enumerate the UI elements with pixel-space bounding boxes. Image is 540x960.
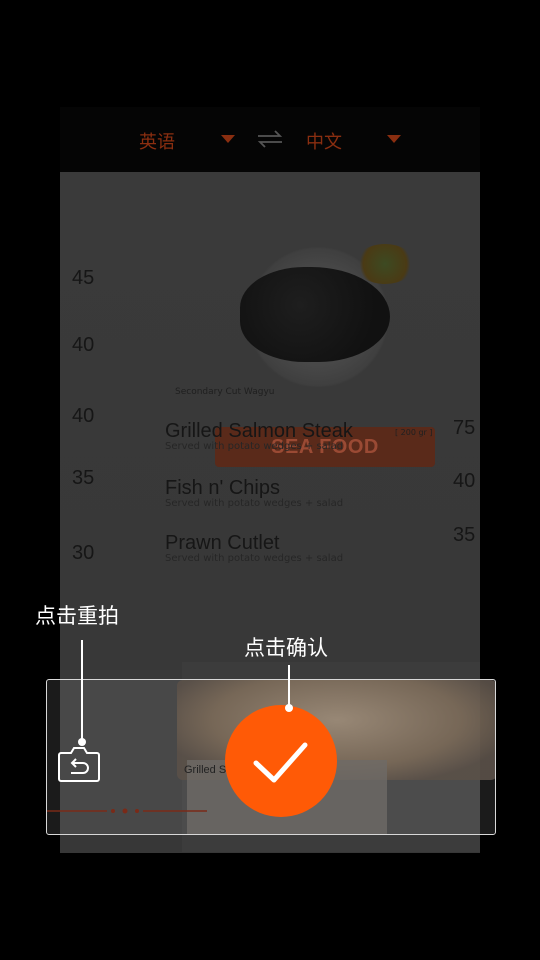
decorative-divider bbox=[47, 808, 207, 814]
retake-tip-dot bbox=[78, 738, 86, 746]
checkmark-icon bbox=[253, 742, 308, 783]
price-left-4: 35 bbox=[72, 467, 95, 489]
steak-image bbox=[240, 267, 390, 362]
dish-name: Fish n' Chips bbox=[165, 477, 280, 499]
dish-item: Fish n' Chips Served with potato wedges … bbox=[165, 477, 343, 509]
source-language-select[interactable]: 英语 bbox=[139, 128, 175, 154]
confirm-tip-label: 点击确认 bbox=[244, 636, 328, 660]
language-bar: 英语 中文 bbox=[60, 107, 480, 172]
dish-name: Prawn Cutlet bbox=[165, 532, 280, 554]
confirm-tip-dot bbox=[285, 704, 293, 712]
dish-desc: Served with potato wedges + salad bbox=[165, 553, 344, 564]
target-dropdown-icon[interactable] bbox=[387, 135, 401, 143]
retake-camera-icon[interactable] bbox=[57, 743, 101, 783]
menu-item-label: Grilled S bbox=[184, 764, 227, 776]
dish-size: [ 200 gr ] bbox=[395, 428, 433, 437]
target-language-select[interactable]: 中文 bbox=[306, 128, 342, 154]
price-right-3: 35 bbox=[453, 524, 476, 546]
price-left-2: 40 bbox=[72, 334, 95, 356]
dish-item: Grilled Salmon Steak Served with potato … bbox=[165, 420, 353, 452]
dish-name: Grilled Salmon Steak bbox=[165, 420, 353, 442]
source-dropdown-icon[interactable] bbox=[221, 135, 235, 143]
garnish-image bbox=[355, 244, 415, 284]
retake-tip-line bbox=[81, 640, 83, 740]
retake-tip-label: 点击重拍 bbox=[35, 604, 119, 628]
price-left-1: 45 bbox=[72, 267, 95, 289]
price-left-3: 40 bbox=[72, 405, 95, 427]
dish-desc: Served with potato wedges + salad bbox=[165, 498, 344, 509]
confirm-tip-line bbox=[288, 665, 290, 707]
dish-desc: Served with potato wedges + salad bbox=[165, 441, 344, 452]
swap-arrows-icon[interactable] bbox=[256, 129, 284, 149]
price-right-1: 75 bbox=[453, 417, 476, 439]
price-left-5: 30 bbox=[72, 542, 95, 564]
dish-item: Prawn Cutlet Served with potato wedges +… bbox=[165, 532, 343, 564]
confirm-button[interactable] bbox=[225, 705, 337, 817]
photo-caption: Secondary Cut Wagyu bbox=[175, 387, 275, 397]
price-right-2: 40 bbox=[453, 470, 476, 492]
